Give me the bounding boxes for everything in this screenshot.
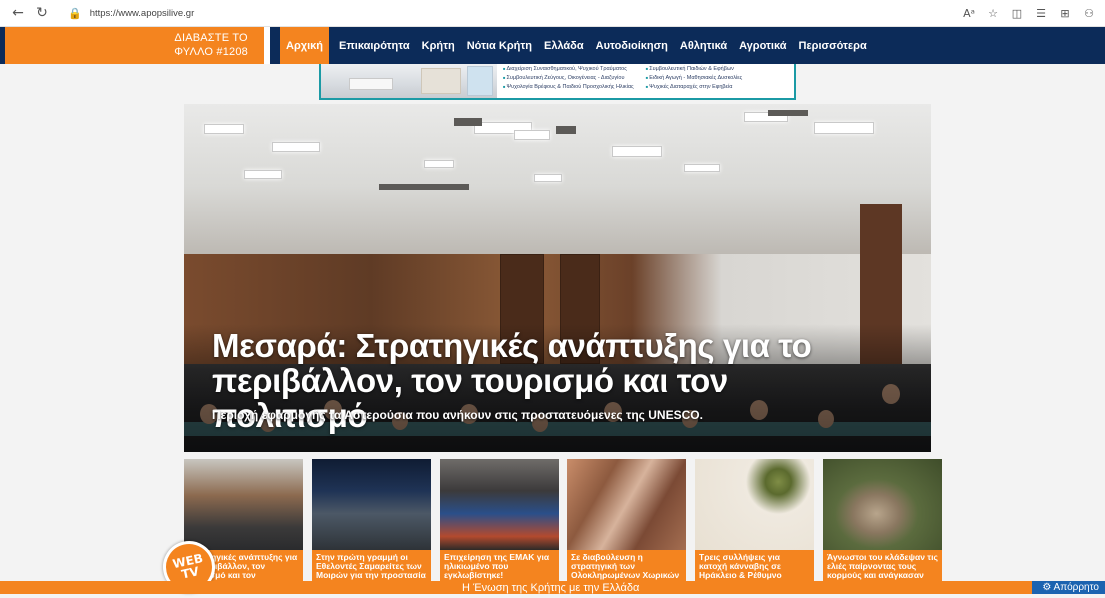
ad-image bbox=[321, 64, 497, 98]
article-card[interactable]: Άγνωστοι του κλάδεψαν τις ελιές παίρνοντ… bbox=[823, 459, 942, 582]
bottom-ticker[interactable]: Η Ένωση της Κρήτης με την Ελλάδα bbox=[0, 581, 1105, 594]
main-nav: Αρχική Επικαιρότητα Κρήτη Νότια Κρήτη Ελ… bbox=[280, 27, 873, 64]
collections-icon[interactable]: ⊞ bbox=[1055, 3, 1075, 23]
extensions-icon[interactable]: ⚇ bbox=[1079, 3, 1099, 23]
paper-promo-text: ΔΙΑΒΑΣΤΕ ΤΟ ΦΥΛΛΟ #1208 bbox=[174, 31, 248, 59]
article-image bbox=[567, 459, 686, 550]
nav-agriculture[interactable]: Αγροτικά bbox=[733, 27, 792, 64]
nav-news[interactable]: Επικαιρότητα bbox=[333, 27, 416, 64]
paper-promo-line1: ΔΙΑΒΑΣΤΕ ΤΟ bbox=[174, 32, 248, 44]
article-card[interactable]: Σε διαβούλευση η στρατηγική των Ολοκληρω… bbox=[567, 459, 686, 582]
hero-subtitle: Περιοχή εφαρμογής τα Αστερούσια που ανήκ… bbox=[212, 408, 703, 422]
ad-text: Διαχείριση Συναισθηματικού, Ψυχικού Τραύ… bbox=[503, 65, 743, 91]
favorites-bar-icon[interactable]: ☰ bbox=[1031, 3, 1051, 23]
split-screen-icon[interactable]: ◫ bbox=[1007, 3, 1027, 23]
nav-local-government[interactable]: Αυτοδιοίκηση bbox=[590, 27, 674, 64]
favorite-icon[interactable]: ☆ bbox=[983, 3, 1003, 23]
article-image bbox=[440, 459, 559, 550]
privacy-button[interactable]: ⚙ Απόρρητο bbox=[1032, 581, 1105, 594]
article-caption: Άγνωστοι του κλάδεψαν τις ελιές παίρνοντ… bbox=[823, 550, 942, 582]
ad-column-1: Διαχείριση Συναισθηματικού, Ψυχικού Τραύ… bbox=[503, 65, 634, 91]
address-bar[interactable]: https://www.apopsilive.gr bbox=[90, 8, 195, 19]
article-image bbox=[184, 459, 303, 550]
ticker-text: Η Ένωση της Κρήτης με την Ελλάδα bbox=[462, 582, 640, 594]
article-card[interactable]: Επιχείρηση της ΕΜΑΚ για ηλικιωμένο που ε… bbox=[440, 459, 559, 582]
nav-home[interactable]: Αρχική bbox=[280, 27, 329, 64]
lock-icon[interactable]: 🔒 bbox=[68, 7, 82, 20]
ad-service: Ψυχικές Διαταραχές στην Εφηβεία bbox=[646, 83, 743, 91]
ad-column-2: Συμβουλευτική Παιδιών & Εφήβων Ειδική Αγ… bbox=[646, 65, 743, 91]
article-caption: Τρεις συλλήψεις για κατοχή κάνναβης σε Η… bbox=[695, 550, 814, 582]
article-card[interactable]: Τρεις συλλήψεις για κατοχή κάνναβης σε Η… bbox=[695, 459, 814, 582]
article-image bbox=[695, 459, 814, 550]
browser-toolbar: ← ↻ 🔒 https://www.apopsilive.gr Aᵃ ☆ ◫ ☰… bbox=[0, 0, 1105, 27]
article-image bbox=[312, 459, 431, 550]
browser-actions: Aᵃ ☆ ◫ ☰ ⊞ ⚇ bbox=[959, 3, 1099, 23]
web-tv-line2: TV bbox=[180, 564, 201, 582]
back-icon[interactable]: ← bbox=[6, 2, 30, 24]
ad-service: Ειδική Αγωγή - Μαθησιακές Δυσκολίες bbox=[646, 74, 742, 82]
nav-more[interactable]: Περισσότερα bbox=[793, 27, 873, 64]
nav-sports[interactable]: Αθλητικά bbox=[674, 27, 733, 64]
related-articles: Στρατηγικές ανάπτυξης για το περιβάλλον,… bbox=[184, 459, 942, 582]
paper-promo-line2: ΦΥΛΛΟ #1208 bbox=[174, 46, 248, 58]
article-caption: Επιχείρηση της ΕΜΑΚ για ηλικιωμένο που ε… bbox=[440, 550, 559, 582]
nav-crete[interactable]: Κρήτη bbox=[416, 27, 461, 64]
article-card[interactable]: Στην πρώτη γραμμή οι Εθελοντές Σαμαρείτε… bbox=[312, 459, 431, 582]
ad-service: Συμβουλευτική Παιδιών & Εφήβων bbox=[646, 65, 743, 73]
refresh-icon[interactable]: ↻ bbox=[30, 2, 54, 24]
article-caption: Σε διαβούλευση η στρατηγική των Ολοκληρω… bbox=[567, 550, 686, 582]
site-header: ΔΙΑΒΑΣΤΕ ΤΟ ΦΥΛΛΟ #1208 Αρχική Επικαιρότ… bbox=[0, 27, 1105, 64]
read-aloud-icon[interactable]: Aᵃ bbox=[959, 3, 979, 23]
promo-divider bbox=[264, 27, 270, 64]
ad-banner[interactable]: Διαχείριση Συναισθηματικού, Ψυχικού Τραύ… bbox=[319, 64, 796, 100]
nav-greece[interactable]: Ελλάδα bbox=[538, 27, 590, 64]
ad-service: Ψυχολογία Βρέφους & Παιδιού Προσχολικής … bbox=[503, 83, 634, 91]
article-image bbox=[823, 459, 942, 550]
nav-south-crete[interactable]: Νότια Κρήτη bbox=[461, 27, 538, 64]
ad-service: Διαχείριση Συναισθηματικού, Ψυχικού Τραύ… bbox=[503, 65, 634, 73]
article-caption: Στην πρώτη γραμμή οι Εθελοντές Σαμαρείτε… bbox=[312, 550, 431, 582]
hero-article[interactable]: Μεσαρά: Στρατηγικές ανάπτυξης για το περ… bbox=[184, 104, 931, 452]
read-paper-promo[interactable]: ΔΙΑΒΑΣΤΕ ΤΟ ΦΥΛΛΟ #1208 bbox=[5, 27, 270, 64]
ad-service: Συμβουλευτική Ζεύγους, Οικογένειας - Δια… bbox=[503, 74, 634, 82]
